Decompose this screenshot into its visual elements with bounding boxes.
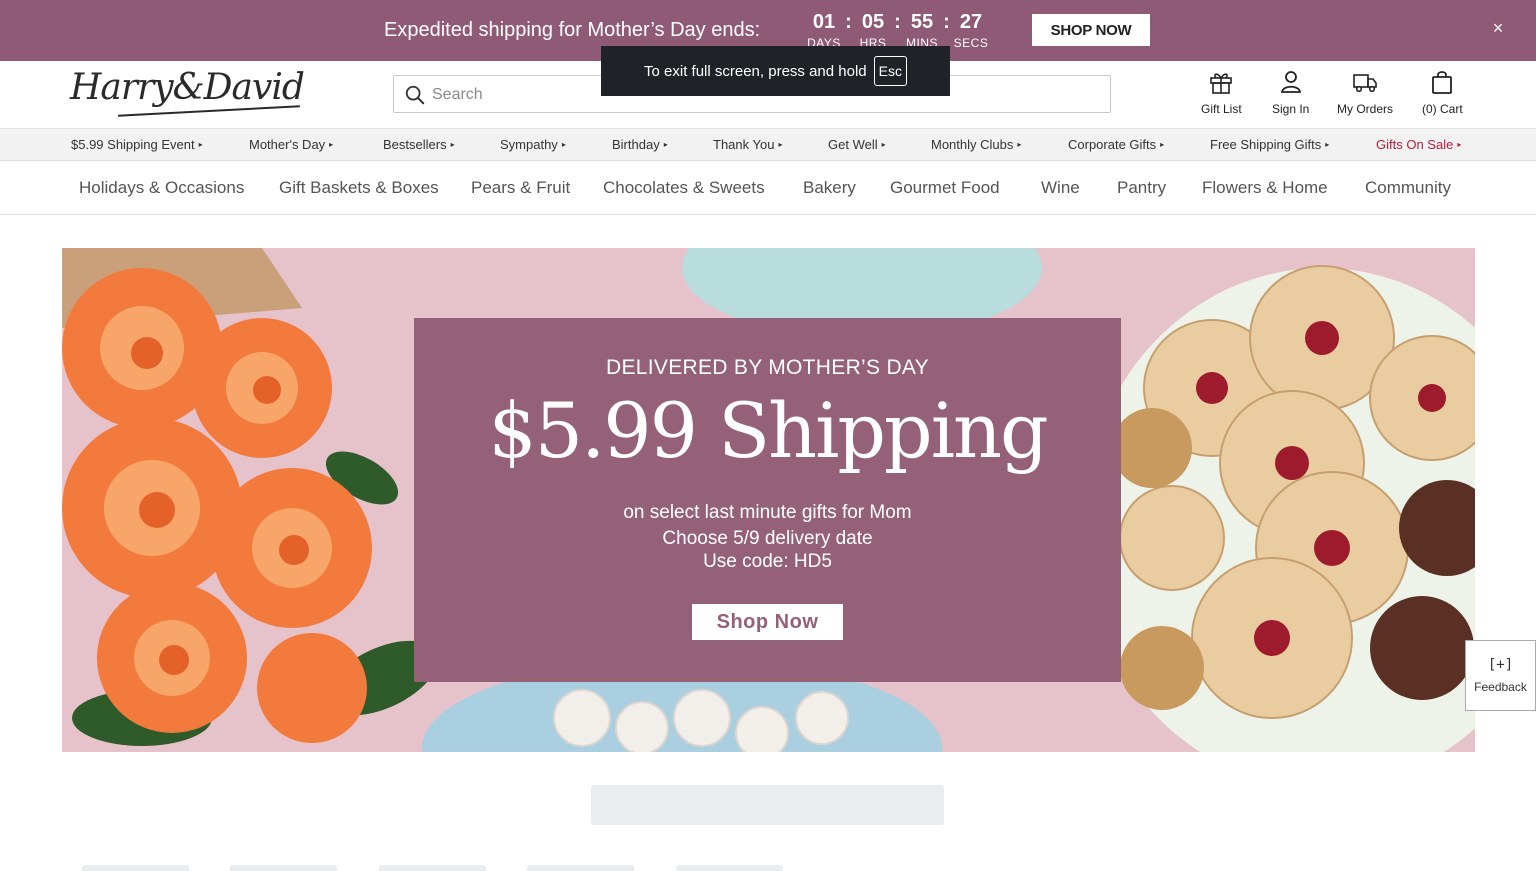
subnav-label: Birthday — [612, 137, 660, 152]
caret-icon: ▸ — [198, 140, 203, 149]
cart-link[interactable]: (0) Cart — [1422, 69, 1463, 116]
category-bakery[interactable]: Bakery — [803, 178, 856, 198]
close-icon[interactable]: × — [1488, 18, 1508, 42]
category-chocolates-sweets[interactable]: Chocolates & Sweets — [603, 178, 765, 198]
subnav-label: Monthly Clubs — [931, 137, 1014, 152]
subnav-item-free-shipping-gifts[interactable]: Free Shipping Gifts ▸ — [1210, 137, 1329, 152]
countdown-label: SECS — [953, 36, 989, 50]
hero-banner[interactable]: DELIVERED BY MOTHER’S DAY $5.99 Shipping… — [62, 248, 1475, 752]
gift-list-label: Gift List — [1201, 102, 1242, 116]
hero-shop-now-button[interactable]: Shop Now — [692, 604, 843, 640]
hero-promo-code: Use code: HD5 — [703, 551, 832, 572]
hero-promo-panel: DELIVERED BY MOTHER’S DAY $5.99 Shipping… — [414, 318, 1121, 682]
sign-in-label: Sign In — [1272, 102, 1310, 116]
subnav-label: Thank You — [713, 137, 775, 152]
subnav-label: Sympathy — [500, 137, 558, 152]
search-icon[interactable] — [404, 84, 426, 106]
subnav-item-bestsellers[interactable]: Bestsellers ▸ — [383, 137, 455, 152]
countdown-separator: : — [894, 11, 901, 33]
subnav-label: Gifts On Sale — [1376, 137, 1454, 152]
toast-text: To exit full screen, press and hold — [644, 62, 867, 80]
category-gift-baskets-boxes[interactable]: Gift Baskets & Boxes — [279, 178, 439, 198]
my-orders-label: My Orders — [1337, 102, 1394, 116]
subnav-label: Corporate Gifts — [1068, 137, 1157, 152]
gift-list-link[interactable]: Gift List — [1201, 69, 1242, 116]
subnav-item-get-well[interactable]: Get Well ▸ — [828, 137, 886, 152]
subnav-item-mothers-day[interactable]: Mother's Day ▸ — [249, 137, 333, 152]
countdown-separator: : — [943, 11, 950, 33]
subnav-item-shipping-event[interactable]: $5.99 Shipping Event ▸ — [71, 137, 203, 152]
caret-icon: ▸ — [1457, 140, 1462, 149]
fullscreen-exit-toast: To exit full screen, press and hold Esc — [601, 46, 950, 96]
countdown-value: 27 — [959, 11, 983, 33]
caret-icon: ▸ — [1325, 140, 1330, 149]
subnav-item-gifts-on-sale[interactable]: Gifts On Sale ▸ — [1376, 137, 1461, 152]
loading-skeleton — [82, 865, 189, 871]
countdown-timer: 01 DAYS : 05 HRS : 55 MINS : 27 SECS — [806, 10, 989, 50]
countdown-value: 01 — [812, 11, 836, 33]
my-orders-link[interactable]: My Orders — [1337, 69, 1393, 116]
harry-david-logo[interactable]: Harry&David — [70, 67, 305, 108]
subnav-item-corporate-gifts[interactable]: Corporate Gifts ▸ — [1068, 137, 1164, 152]
feedback-label: Feedback — [1474, 680, 1527, 694]
feedback-tab[interactable]: [+] Feedback — [1465, 640, 1536, 711]
cart-label: (0) Cart — [1422, 102, 1463, 116]
bag-icon — [1432, 71, 1453, 94]
countdown-hours: 05 HRS — [855, 10, 891, 50]
gift-icon — [1210, 73, 1233, 94]
category-pears-fruit[interactable]: Pears & Fruit — [471, 178, 570, 198]
truck-icon — [1353, 74, 1377, 93]
countdown-value: 05 — [861, 11, 885, 33]
countdown-minutes: 55 MINS — [904, 10, 940, 50]
countdown-seconds: 27 SECS — [953, 10, 989, 50]
promo-shop-now-button[interactable]: SHOP NOW — [1031, 13, 1151, 47]
loading-skeleton — [527, 865, 634, 871]
subnav-item-monthly-clubs[interactable]: Monthly Clubs ▸ — [931, 137, 1021, 152]
countdown-separator: : — [845, 11, 852, 33]
caret-icon: ▸ — [663, 140, 668, 149]
promo-message: Expedited shipping for Mother’s Day ends… — [384, 19, 761, 41]
loading-skeleton — [379, 865, 486, 871]
subnav-label: Mother's Day — [249, 137, 326, 152]
category-wine[interactable]: Wine — [1041, 178, 1080, 198]
subnav-label: $5.99 Shipping Event — [71, 137, 195, 152]
caret-icon: ▸ — [450, 140, 455, 149]
hero-headline: $5.99 Shipping — [488, 386, 1048, 475]
subnav-item-thank-you[interactable]: Thank You ▸ — [713, 137, 782, 152]
caret-icon: ▸ — [329, 140, 334, 149]
countdown-value: 55 — [910, 11, 934, 33]
sign-in-link[interactable]: Sign In — [1272, 69, 1309, 116]
subnav-label: Free Shipping Gifts — [1210, 137, 1322, 152]
promo-nav: $5.99 Shipping Event ▸ Mother's Day ▸ Best… — [0, 128, 1536, 161]
hero-delivery-note: Choose 5/9 delivery date — [662, 528, 873, 549]
loading-skeleton — [591, 785, 944, 825]
category-pantry[interactable]: Pantry — [1117, 178, 1166, 198]
caret-icon: ▸ — [778, 140, 783, 149]
feedback-icon: [+] — [1487, 657, 1514, 673]
esc-key-badge: Esc — [873, 56, 907, 86]
category-nav: Holidays & Occasions Gift Baskets & Boxe… — [0, 161, 1536, 215]
loading-skeleton — [230, 865, 337, 871]
subnav-item-birthday[interactable]: Birthday ▸ — [612, 137, 668, 152]
hero-kicker: DELIVERED BY MOTHER’S DAY — [606, 356, 929, 379]
subnav-label: Get Well — [828, 137, 878, 152]
category-flowers-home[interactable]: Flowers & Home — [1202, 178, 1328, 198]
countdown-days: 01 DAYS — [806, 10, 842, 50]
category-community[interactable]: Community — [1365, 178, 1451, 198]
category-gourmet-food[interactable]: Gourmet Food — [890, 178, 1000, 198]
subnav-item-sympathy[interactable]: Sympathy ▸ — [500, 137, 566, 152]
user-icon — [1280, 71, 1301, 93]
subnav-label: Bestsellers — [383, 137, 447, 152]
loading-skeleton — [676, 865, 783, 871]
caret-icon: ▸ — [881, 140, 886, 149]
category-holidays-occasions[interactable]: Holidays & Occasions — [79, 178, 244, 198]
hero-subtext: on select last minute gifts for Mom — [623, 502, 912, 523]
caret-icon: ▸ — [1017, 140, 1022, 149]
caret-icon: ▸ — [1160, 140, 1165, 149]
caret-icon: ▸ — [561, 140, 566, 149]
